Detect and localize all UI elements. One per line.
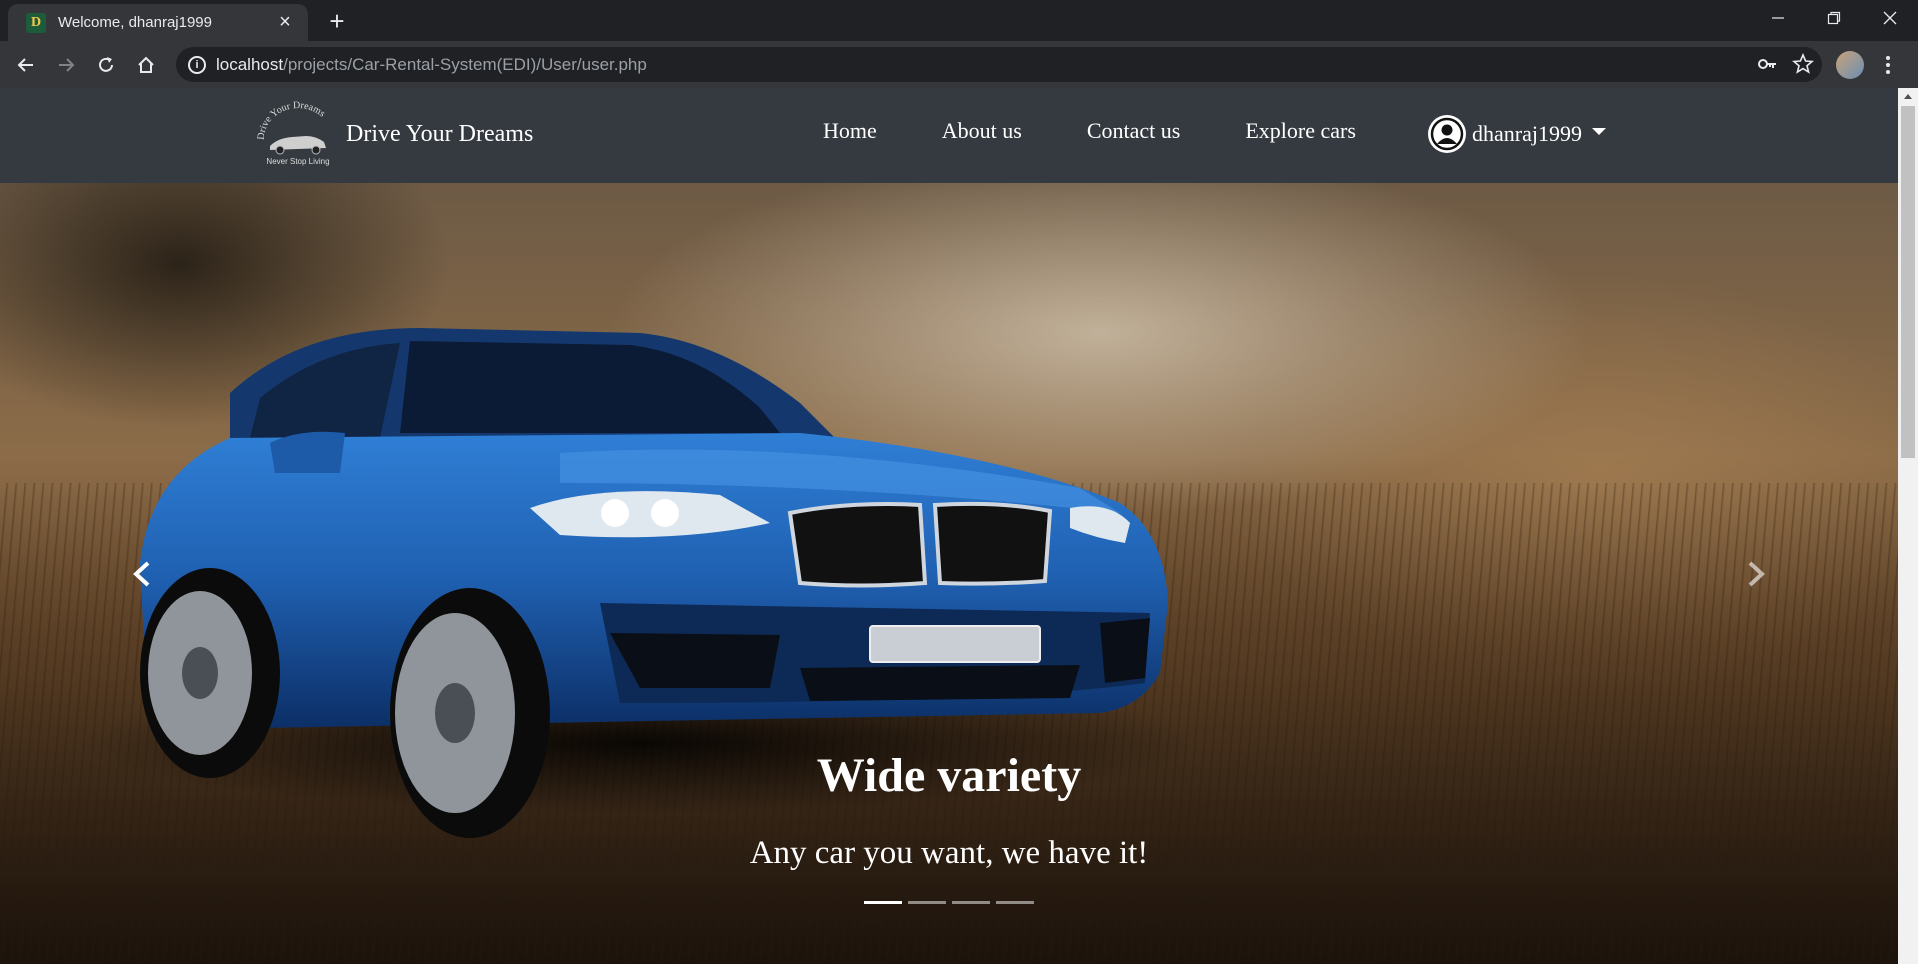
carousel-caption-title: Wide variety	[816, 749, 1082, 802]
nav-link-about[interactable]: About us	[942, 118, 1022, 144]
reload-icon[interactable]	[91, 50, 121, 80]
site-favicon-icon: D	[26, 12, 46, 33]
key-icon[interactable]	[1756, 53, 1778, 80]
chevron-right-icon	[1748, 561, 1765, 586]
nav-links: Home About us Contact us Explore cars	[823, 118, 1421, 144]
minimize-icon[interactable]	[1750, 0, 1806, 36]
forward-icon[interactable]	[51, 50, 81, 80]
browser-toolbar: i localhost/projects/Car-Rental-System(E…	[0, 41, 1918, 88]
brand-logo: Drive Your Dreams Never Stop Living	[256, 100, 338, 168]
back-icon[interactable]	[11, 50, 41, 80]
page-viewport: Drive Your Dreams Never Stop Living Driv…	[0, 88, 1918, 964]
close-tab-icon[interactable]: ×	[274, 11, 296, 34]
browser-tab[interactable]: D Welcome, dhanraj1999 ×	[8, 4, 308, 41]
hero-carousel: Wide variety Any car you want, we have i…	[0, 183, 1898, 964]
new-tab-icon[interactable]: +	[322, 6, 352, 36]
address-bar[interactable]: i localhost/projects/Car-Rental-System(E…	[176, 47, 1822, 82]
user-avatar-icon	[1428, 115, 1466, 153]
svg-text:Never Stop Living: Never Stop Living	[266, 157, 329, 166]
carousel-caption-text: Any car you want, we have it!	[749, 835, 1149, 871]
nav-link-explore-cars[interactable]: Explore cars	[1245, 118, 1356, 144]
star-icon[interactable]	[1792, 52, 1814, 80]
url-text: localhost/projects/Car-Rental-System(EDI…	[216, 54, 647, 74]
nav-link-home[interactable]: Home	[823, 118, 877, 144]
carousel-indicator[interactable]	[952, 901, 990, 904]
chevron-left-icon	[133, 561, 150, 586]
carousel-indicator[interactable]	[908, 901, 946, 904]
restore-icon[interactable]	[1806, 0, 1862, 36]
scroll-up-icon[interactable]	[1898, 88, 1918, 104]
scrollbar-thumb[interactable]	[1901, 106, 1915, 458]
brand[interactable]: Drive Your Dreams Never Stop Living Driv…	[256, 100, 534, 168]
page-scrollbar[interactable]	[1898, 88, 1918, 964]
home-icon[interactable]	[131, 50, 161, 80]
carousel-indicator[interactable]	[996, 901, 1034, 904]
carousel-indicator[interactable]	[864, 901, 902, 904]
brand-name: Drive Your Dreams	[346, 120, 534, 147]
username: dhanraj1999	[1472, 121, 1582, 146]
menu-icon[interactable]	[1878, 51, 1898, 79]
browser-tabstrip: D Welcome, dhanraj1999 × +	[0, 0, 1918, 41]
site-navbar: Drive Your Dreams Never Stop Living Driv…	[0, 88, 1898, 183]
tab-title: Welcome, dhanraj1999	[58, 14, 212, 31]
chevron-down-icon	[1591, 127, 1606, 135]
close-window-icon[interactable]	[1862, 0, 1918, 36]
info-icon[interactable]: i	[188, 55, 206, 74]
carousel-indicators	[0, 901, 1898, 904]
svg-text:Drive Your Dreams: Drive Your Dreams	[256, 100, 327, 140]
user-dropdown[interactable]: dhanraj1999	[1428, 115, 1606, 153]
profile-avatar[interactable]	[1836, 51, 1864, 79]
nav-link-contact[interactable]: Contact us	[1087, 118, 1181, 144]
